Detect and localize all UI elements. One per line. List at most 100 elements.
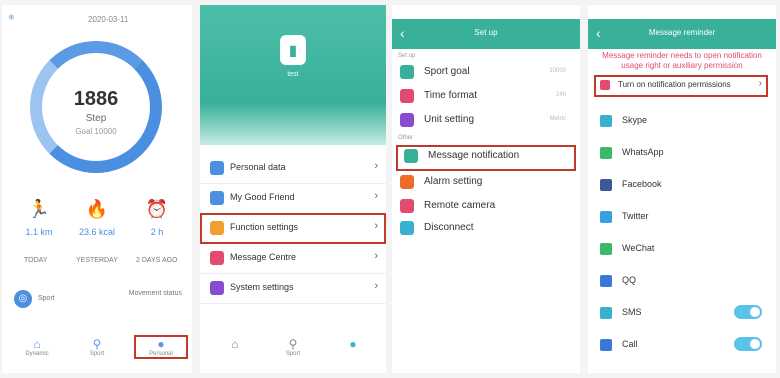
nav-home[interactable]: ⌂ xyxy=(210,337,260,351)
home-icon: ⌂ xyxy=(231,337,239,351)
notification-permission-row[interactable]: Turn on notification permissions › xyxy=(594,75,768,97)
bottom-nav: ⌂ Dynamic ⚲ Sport ● Personal xyxy=(2,335,192,367)
goal-icon xyxy=(400,65,414,79)
call-toggle[interactable] xyxy=(734,337,762,351)
app-row-wechat[interactable]: WeChat xyxy=(588,239,776,261)
clock-icon xyxy=(400,89,414,103)
nav-dynamic[interactable]: ⌂ Dynamic xyxy=(12,337,62,357)
permission-icon xyxy=(600,80,610,90)
run-icon: ⚲ xyxy=(288,337,298,351)
flame-icon: 🔥 xyxy=(85,199,109,219)
step-goal: Goal 10000 xyxy=(75,127,117,136)
row-disconnect[interactable]: Disconnect xyxy=(392,217,580,241)
sport-row[interactable]: ◎ Sport Movement status xyxy=(12,290,182,310)
app-logo-icon: ❄ xyxy=(8,13,15,22)
sms-toggle[interactable] xyxy=(734,305,762,319)
profile-screen: ▮ test Personal data › My Good Friend › … xyxy=(200,5,386,373)
calorie-value: 23.6 kcal xyxy=(78,227,116,237)
menu-personal-data[interactable]: Personal data › xyxy=(200,153,386,184)
profile-header: ▮ test xyxy=(200,5,386,145)
qq-icon xyxy=(600,275,612,287)
user-name: test xyxy=(287,71,299,78)
row-message-notification[interactable]: Message notification xyxy=(396,145,576,171)
step-count: 1886 xyxy=(73,88,119,110)
section-setup: Set up xyxy=(398,53,416,59)
sport-icon: ◎ xyxy=(14,290,32,308)
date-label: 2020-03-11 xyxy=(88,15,129,24)
run-icon: 🏃 xyxy=(27,199,51,219)
person-icon: ● xyxy=(157,337,165,351)
camera-icon xyxy=(400,199,414,213)
dashboard-screen: ❄ 2020-03-11 1886 Step Goal 10000 🏃 1.1 … xyxy=(2,5,192,373)
message-reminder-screen: ‹ Message reminder Message reminder need… xyxy=(588,5,776,373)
setup-header: ‹ Set up xyxy=(392,19,580,49)
toggle-knob xyxy=(750,307,760,317)
app-row-whatsapp[interactable]: WhatsApp xyxy=(588,143,776,165)
nav-sport[interactable]: ⚲ Sport xyxy=(72,337,122,357)
nav-sport[interactable]: ⚲ Sport xyxy=(268,337,318,357)
nav-personal[interactable]: ● xyxy=(328,337,378,351)
section-other: Other xyxy=(398,135,414,141)
row-unit-setting[interactable]: Unit setting Metric xyxy=(392,109,580,133)
tab-today[interactable]: TODAY xyxy=(24,257,47,264)
whatsapp-icon xyxy=(600,147,612,159)
page-title: Message reminder xyxy=(648,28,716,37)
app-row-sms[interactable]: SMS xyxy=(588,303,776,325)
distance-stat: 🏃 1.1 km xyxy=(14,199,64,237)
menu-my-good-friend[interactable]: My Good Friend › xyxy=(200,183,386,214)
menu-system-settings[interactable]: System settings › xyxy=(200,273,386,304)
distance-value: 1.1 km xyxy=(25,227,53,237)
bottom-nav: ⌂ ⚲ Sport ● xyxy=(200,337,386,367)
app-row-facebook[interactable]: Facebook xyxy=(588,175,776,197)
row-sport-goal[interactable]: Sport goal 10000 xyxy=(392,61,580,85)
chevron-right-icon: › xyxy=(374,160,378,172)
app-row-skype[interactable]: Skype xyxy=(588,111,776,133)
unit-icon xyxy=(400,113,414,127)
step-unit: Step xyxy=(85,113,107,124)
duration-value: 2 h xyxy=(150,227,164,237)
chevron-right-icon: › xyxy=(374,280,378,292)
call-icon xyxy=(600,339,612,351)
app-row-call[interactable]: Call xyxy=(588,335,776,357)
sms-icon xyxy=(600,307,612,319)
app-row-qq[interactable]: QQ xyxy=(588,271,776,293)
skype-icon xyxy=(600,115,612,127)
tab-2-days-ago[interactable]: 2 DAYS AGO xyxy=(136,257,178,264)
alarm-icon: ⏰ xyxy=(145,199,169,219)
menu-function-settings[interactable]: Function settings › xyxy=(200,213,386,244)
menu-message-centre[interactable]: Message Centre › xyxy=(200,243,386,274)
chevron-right-icon: › xyxy=(374,220,378,232)
status-header: ❄ 2020-03-11 xyxy=(8,13,186,29)
nav-personal[interactable]: ● Personal xyxy=(134,335,188,359)
duration-stat: ⏰ 2 h xyxy=(132,199,182,237)
tab-yesterday[interactable]: YESTERDAY xyxy=(76,257,118,264)
chevron-right-icon: › xyxy=(374,190,378,202)
row-alarm-setting[interactable]: Alarm setting xyxy=(392,171,580,195)
step-progress-ring: 1886 Step Goal 10000 xyxy=(30,41,162,173)
page-title: Set up xyxy=(474,28,498,37)
person-icon: ● xyxy=(349,337,357,351)
toggle-knob xyxy=(750,339,760,349)
disconnect-icon xyxy=(400,221,414,235)
home-icon: ⌂ xyxy=(33,337,41,351)
gear-icon xyxy=(210,281,224,295)
twitter-icon xyxy=(600,211,612,223)
setup-screen: ‹ Set up Set up Sport goal 10000 Time fo… xyxy=(392,5,580,373)
reminder-header: ‹ Message reminder xyxy=(588,19,776,49)
sport-label: Sport xyxy=(38,295,55,302)
facebook-icon xyxy=(600,179,612,191)
alarm-icon xyxy=(400,175,414,189)
person-icon xyxy=(210,161,224,175)
run-icon: ⚲ xyxy=(92,337,102,351)
row-time-format[interactable]: Time format 24h xyxy=(392,85,580,109)
settings-icon xyxy=(210,221,224,235)
message-icon xyxy=(404,149,418,163)
chevron-right-icon: › xyxy=(758,78,762,89)
wechat-icon xyxy=(600,243,612,255)
message-icon xyxy=(210,251,224,265)
app-row-twitter[interactable]: Twitter xyxy=(588,207,776,229)
calorie-stat: 🔥 23.6 kcal xyxy=(72,199,122,237)
avatar[interactable]: ▮ xyxy=(280,35,306,65)
friend-icon xyxy=(210,191,224,205)
row-remote-camera[interactable]: Remote camera xyxy=(392,195,580,219)
